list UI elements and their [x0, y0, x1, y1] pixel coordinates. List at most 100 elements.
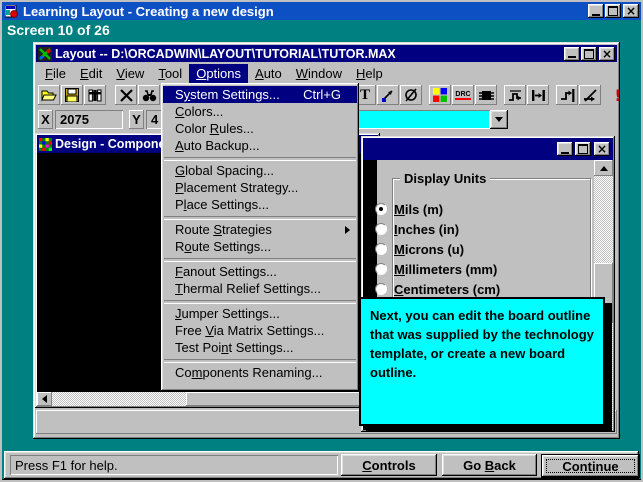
menu-item-route-settings[interactable]: Route Settings... [163, 238, 357, 255]
menu-separator [163, 213, 357, 221]
x-coordinate-label: X [38, 110, 53, 129]
y-coordinate-label: Y [129, 110, 144, 129]
x-coordinate-field[interactable]: 2075 [55, 110, 123, 129]
app-window: Learning Layout - Creating a new design … [0, 0, 643, 482]
app-maximize-button[interactable] [605, 4, 621, 18]
menu-item-free-via-matrix-settings[interactable]: Free Via Matrix Settings... [163, 322, 357, 339]
menu-options[interactable]: Options [189, 63, 249, 83]
menu-item-route-strategies[interactable]: Route Strategies [163, 221, 357, 238]
color-settings-button[interactable] [429, 85, 451, 105]
dimension-icon [382, 90, 393, 102]
end-route-icon [560, 88, 574, 102]
online-drc-button[interactable]: DRC [452, 85, 474, 105]
status-message: Press F1 for help. [10, 455, 338, 475]
menu-separator [163, 154, 357, 162]
close-icon: × [596, 142, 608, 156]
scroll-left-button[interactable] [37, 392, 52, 406]
menu-item-placement-strategy[interactable]: Placement Strategy... [163, 179, 357, 196]
app-minimize-button[interactable] [588, 4, 604, 18]
design-window-icon [39, 137, 52, 151]
radio-microns[interactable]: Microns (u) [375, 239, 464, 259]
layout-close-button[interactable]: × [599, 46, 615, 61]
design-hscrollbar[interactable] [37, 392, 378, 406]
net-combo-dropdown-button[interactable] [490, 110, 508, 129]
delete-button[interactable] [115, 85, 137, 105]
layout-window-title: Layout -- D:\ORCADWIN\LAYOUT\TUTORIAL\TU… [55, 46, 396, 61]
dialog-minimize-button[interactable] [557, 142, 573, 156]
radio-centimeters[interactable]: Centimeters (cm) [375, 279, 500, 299]
menu-item-colors[interactable]: Colors... [163, 103, 357, 120]
continue-button[interactable]: Continue [541, 454, 640, 478]
app-icon [5, 4, 18, 18]
screen-counter: Screen 10 of 26 [7, 22, 110, 38]
radio-icon [375, 203, 387, 215]
menu-item-place-settings[interactable]: Place Settings... [163, 196, 357, 213]
dimension-button[interactable] [377, 85, 399, 105]
radio-millimeters[interactable]: Millimeters (mm) [375, 259, 497, 279]
menu-shortcut: Ctrl+G [303, 87, 341, 102]
menu-tool[interactable]: Tool [151, 64, 189, 83]
minimize-icon [592, 13, 600, 16]
menu-file[interactable]: File [38, 64, 73, 83]
scroll-up-button[interactable] [594, 160, 613, 176]
end-route-button[interactable] [556, 85, 578, 105]
menu-view[interactable]: View [109, 64, 151, 83]
layout-titlebar[interactable]: Layout -- D:\ORCADWIN\LAYOUT\TUTORIAL\TU… [36, 45, 617, 62]
refresh-route-icon [508, 89, 521, 101]
color-settings-icon [433, 88, 447, 102]
controls-button[interactable]: Controls [341, 454, 437, 476]
find-icon [142, 89, 156, 101]
library-manager-button[interactable] [84, 85, 106, 105]
tooltip-text: Next, you can edit the board outline tha… [370, 308, 594, 380]
dialog-close-button[interactable]: × [594, 142, 610, 156]
menu-item-jumper-settings[interactable]: Jumper Settings... [163, 305, 357, 322]
menu-item-system-settings[interactable]: System Settings... Ctrl+G [163, 86, 357, 103]
display-units-title: Display Units [400, 171, 491, 186]
go-back-button[interactable]: Go Back [442, 454, 537, 476]
open-file-button[interactable] [38, 85, 60, 105]
save-button[interactable] [61, 85, 83, 105]
tutorial-statusbar: Press F1 for help. Controls Go Back Cont… [4, 451, 640, 479]
options-menu-popup: System Settings... Ctrl+G Colors... Colo… [161, 83, 359, 391]
menu-item-color-rules[interactable]: Color Rules... [163, 120, 357, 137]
cancel-route-button[interactable] [579, 85, 601, 105]
radio-icon [375, 283, 387, 295]
obstacle-button[interactable] [400, 85, 422, 105]
app-close-button[interactable]: × [623, 4, 639, 18]
design-window-title: Design - Compone [55, 137, 166, 151]
radio-mils[interactable]: Mils (m) [375, 199, 443, 219]
menu-window[interactable]: Window [289, 64, 349, 83]
menu-item-test-point-settings[interactable]: Test Point Settings... [163, 339, 357, 356]
cancel-route-icon [583, 88, 597, 102]
component-icon [478, 90, 494, 100]
library-icon [88, 89, 102, 102]
dialog-titlebar[interactable]: × [363, 138, 613, 160]
text-tool-icon: T [359, 86, 370, 103]
menu-help[interactable]: Help [349, 64, 390, 83]
layout-minimize-button[interactable] [564, 46, 580, 61]
menu-item-components-renaming[interactable]: Components Renaming... [163, 364, 357, 381]
minimize-icon [568, 56, 576, 58]
shove-track-button[interactable] [527, 85, 549, 105]
component-tool-button[interactable] [475, 85, 497, 105]
menu-item-global-spacing[interactable]: Global Spacing... [163, 162, 357, 179]
menu-item-thermal-relief-settings[interactable]: Thermal Relief Settings... [163, 280, 357, 297]
menu-edit[interactable]: Edit [73, 64, 109, 83]
refresh-route-button[interactable] [504, 85, 526, 105]
shove-track-icon [531, 89, 545, 101]
radio-inches[interactable]: Inches (in) [375, 219, 459, 239]
layout-maximize-button[interactable] [581, 46, 597, 61]
maximize-icon [608, 6, 618, 16]
scrollbar-thumb[interactable] [186, 392, 378, 406]
close-icon: × [601, 46, 613, 61]
menu-item-auto-backup[interactable]: Auto Backup... [163, 137, 357, 154]
menu-item-fanout-settings[interactable]: Fanout Settings... [163, 263, 357, 280]
minimize-icon [561, 151, 569, 154]
menu-auto[interactable]: Auto [248, 64, 289, 83]
find-button[interactable] [138, 85, 160, 105]
dialog-maximize-button[interactable] [575, 142, 591, 156]
save-icon [65, 88, 79, 102]
radio-icon [375, 223, 387, 235]
arrow-up-icon [599, 165, 608, 171]
menu-separator [163, 255, 357, 263]
